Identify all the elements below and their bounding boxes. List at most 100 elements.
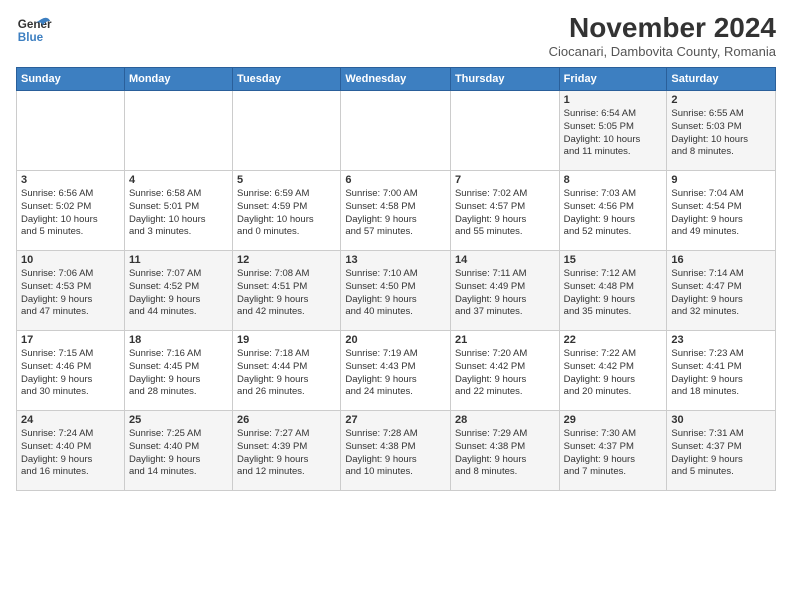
day-number: 22 (564, 334, 663, 346)
day-number: 17 (21, 334, 120, 346)
calendar-week-2: 10Sunrise: 7:06 AM Sunset: 4:53 PM Dayli… (17, 251, 776, 331)
day-number: 21 (455, 334, 555, 346)
calendar-header-row: Sunday Monday Tuesday Wednesday Thursday… (17, 68, 776, 91)
calendar-cell: 11 Sunrise: 7:07 AM Sunset: 4:52 PM Dayli… (124, 251, 232, 331)
day-number: 3 (21, 174, 120, 186)
month-title: November 2024 (549, 12, 776, 44)
calendar-cell: 17 Sunrise: 7:15 AM Sunset: 4:46 PM Dayli… (17, 331, 125, 411)
day-info: Sunrise: 7:14 AM Sunset: 4:47 PM Dayligh… (671, 268, 771, 319)
day-info: Sunrise: 7:25 AM Sunset: 4:40 PM Dayligh… (129, 428, 228, 479)
calendar-cell: 6 Sunrise: 7:00 AM Sunset: 4:58 PM Daylig… (341, 171, 451, 251)
calendar-cell (124, 91, 232, 171)
calendar-cell: 27Sunrise: 7:28 AM Sunset: 4:38 PM Dayli… (341, 411, 451, 491)
calendar-week-4: 24 Sunrise: 7:24 AM Sunset: 4:40 PM Dayli… (17, 411, 776, 491)
day-number: 5 (237, 174, 336, 186)
day-number: 12 (237, 254, 336, 266)
header-tuesday: Tuesday (233, 68, 341, 91)
day-number: 1 (564, 94, 663, 106)
day-number: 18 (129, 334, 228, 346)
day-number: 2 (671, 94, 771, 106)
header-wednesday: Wednesday (341, 68, 451, 91)
calendar-cell (450, 91, 559, 171)
calendar-cell: 30Sunrise: 7:31 AM Sunset: 4:37 PM Dayli… (667, 411, 776, 491)
day-info: Sunrise: 7:23 AM Sunset: 4:41 PM Dayligh… (671, 348, 771, 399)
day-info: Sunrise: 6:56 AM Sunset: 5:02 PM Dayligh… (21, 188, 120, 239)
calendar-cell: 24 Sunrise: 7:24 AM Sunset: 4:40 PM Dayli… (17, 411, 125, 491)
day-number: 19 (237, 334, 336, 346)
calendar-cell: 16 Sunrise: 7:14 AM Sunset: 4:47 PM Dayli… (667, 251, 776, 331)
day-info: Sunrise: 7:28 AM Sunset: 4:38 PM Dayligh… (345, 428, 446, 479)
logo: General Blue (16, 12, 52, 48)
day-info: Sunrise: 7:18 AM Sunset: 4:44 PM Dayligh… (237, 348, 336, 399)
day-number: 7 (455, 174, 555, 186)
calendar-cell: 21 Sunrise: 7:20 AM Sunset: 4:42 PM Dayli… (450, 331, 559, 411)
calendar-cell: 1 Sunrise: 6:54 AM Sunset: 5:05 PM Daylig… (559, 91, 667, 171)
day-number: 15 (564, 254, 663, 266)
day-info: Sunrise: 7:16 AM Sunset: 4:45 PM Dayligh… (129, 348, 228, 399)
day-info: Sunrise: 7:20 AM Sunset: 4:42 PM Dayligh… (455, 348, 555, 399)
calendar-cell: 15 Sunrise: 7:12 AM Sunset: 4:48 PM Dayli… (559, 251, 667, 331)
day-number: 14 (455, 254, 555, 266)
day-info: Sunrise: 7:27 AM Sunset: 4:39 PM Dayligh… (237, 428, 336, 479)
day-number: 11 (129, 254, 228, 266)
calendar-week-1: 3 Sunrise: 6:56 AM Sunset: 5:02 PM Daylig… (17, 171, 776, 251)
day-number: 24 (21, 414, 120, 426)
header-thursday: Thursday (450, 68, 559, 91)
calendar-cell: 8Sunrise: 7:03 AM Sunset: 4:56 PM Daylig… (559, 171, 667, 251)
calendar-cell: 29Sunrise: 7:30 AM Sunset: 4:37 PM Dayli… (559, 411, 667, 491)
day-number: 25 (129, 414, 228, 426)
header-sunday: Sunday (17, 68, 125, 91)
calendar-cell: 18 Sunrise: 7:16 AM Sunset: 4:45 PM Dayli… (124, 331, 232, 411)
day-info: Sunrise: 7:00 AM Sunset: 4:58 PM Dayligh… (345, 188, 446, 239)
day-number: 6 (345, 174, 446, 186)
calendar-cell: 2 Sunrise: 6:55 AM Sunset: 5:03 PM Daylig… (667, 91, 776, 171)
day-info: Sunrise: 7:31 AM Sunset: 4:37 PM Dayligh… (671, 428, 771, 479)
day-number: 4 (129, 174, 228, 186)
day-number: 20 (345, 334, 446, 346)
calendar-cell: 10Sunrise: 7:06 AM Sunset: 4:53 PM Dayli… (17, 251, 125, 331)
day-info: Sunrise: 7:22 AM Sunset: 4:42 PM Dayligh… (564, 348, 663, 399)
day-info: Sunrise: 7:08 AM Sunset: 4:51 PM Dayligh… (237, 268, 336, 319)
logo-icon: General Blue (16, 12, 52, 48)
day-info: Sunrise: 7:03 AM Sunset: 4:56 PM Dayligh… (564, 188, 663, 239)
day-info: Sunrise: 7:30 AM Sunset: 4:37 PM Dayligh… (564, 428, 663, 479)
calendar-table: Sunday Monday Tuesday Wednesday Thursday… (16, 67, 776, 491)
day-info: Sunrise: 6:55 AM Sunset: 5:03 PM Dayligh… (671, 108, 771, 159)
day-number: 28 (455, 414, 555, 426)
header: General Blue November 2024 Ciocanari, Da… (16, 12, 776, 59)
day-info: Sunrise: 7:24 AM Sunset: 4:40 PM Dayligh… (21, 428, 120, 479)
day-info: Sunrise: 7:07 AM Sunset: 4:52 PM Dayligh… (129, 268, 228, 319)
calendar-cell: 5 Sunrise: 6:59 AM Sunset: 4:59 PM Daylig… (233, 171, 341, 251)
header-friday: Friday (559, 68, 667, 91)
title-block: November 2024 Ciocanari, Dambovita Count… (549, 12, 776, 59)
calendar-cell: 22 Sunrise: 7:22 AM Sunset: 4:42 PM Dayli… (559, 331, 667, 411)
calendar-cell: 4 Sunrise: 6:58 AM Sunset: 5:01 PM Daylig… (124, 171, 232, 251)
calendar-cell: 20 Sunrise: 7:19 AM Sunset: 4:43 PM Dayli… (341, 331, 451, 411)
calendar-cell: 19 Sunrise: 7:18 AM Sunset: 4:44 PM Dayli… (233, 331, 341, 411)
header-monday: Monday (124, 68, 232, 91)
day-info: Sunrise: 6:59 AM Sunset: 4:59 PM Dayligh… (237, 188, 336, 239)
calendar-cell (17, 91, 125, 171)
day-info: Sunrise: 6:58 AM Sunset: 5:01 PM Dayligh… (129, 188, 228, 239)
day-info: Sunrise: 7:11 AM Sunset: 4:49 PM Dayligh… (455, 268, 555, 319)
calendar-cell (233, 91, 341, 171)
calendar-cell: 7Sunrise: 7:02 AM Sunset: 4:57 PM Daylig… (450, 171, 559, 251)
calendar-cell: 25 Sunrise: 7:25 AM Sunset: 4:40 PM Dayli… (124, 411, 232, 491)
day-info: Sunrise: 7:29 AM Sunset: 4:38 PM Dayligh… (455, 428, 555, 479)
day-info: Sunrise: 7:12 AM Sunset: 4:48 PM Dayligh… (564, 268, 663, 319)
calendar-cell: 3 Sunrise: 6:56 AM Sunset: 5:02 PM Daylig… (17, 171, 125, 251)
calendar-cell: 12 Sunrise: 7:08 AM Sunset: 4:51 PM Dayli… (233, 251, 341, 331)
calendar-cell: 9Sunrise: 7:04 AM Sunset: 4:54 PM Daylig… (667, 171, 776, 251)
day-number: 23 (671, 334, 771, 346)
day-number: 10 (21, 254, 120, 266)
calendar-cell: 13Sunrise: 7:10 AM Sunset: 4:50 PM Dayli… (341, 251, 451, 331)
day-info: Sunrise: 6:54 AM Sunset: 5:05 PM Dayligh… (564, 108, 663, 159)
day-info: Sunrise: 7:15 AM Sunset: 4:46 PM Dayligh… (21, 348, 120, 399)
day-number: 13 (345, 254, 446, 266)
location: Ciocanari, Dambovita County, Romania (549, 44, 776, 59)
calendar-week-0: 1 Sunrise: 6:54 AM Sunset: 5:05 PM Daylig… (17, 91, 776, 171)
day-info: Sunrise: 7:19 AM Sunset: 4:43 PM Dayligh… (345, 348, 446, 399)
day-number: 26 (237, 414, 336, 426)
day-number: 9 (671, 174, 771, 186)
day-number: 16 (671, 254, 771, 266)
